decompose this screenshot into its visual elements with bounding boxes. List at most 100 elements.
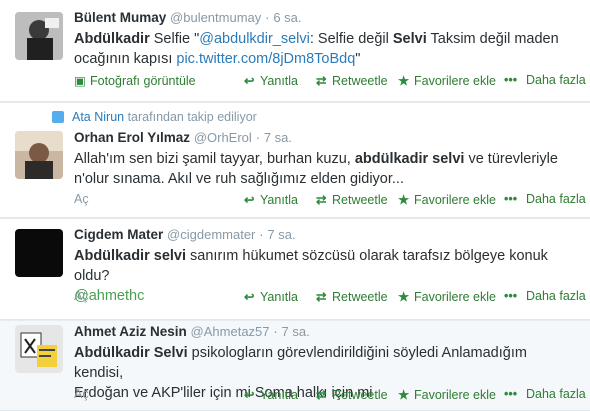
reply-button[interactable]: ↩ Yanıtla (244, 387, 298, 402)
more-button[interactable]: ••• Daha fazla (504, 289, 586, 303)
user-icon (52, 111, 64, 123)
more-dots-icon: ••• (504, 387, 518, 401)
tweet-actions: Aç ↩ Yanıtla ⇄ Retweetle ★ Favorilere ekle … (74, 387, 586, 405)
tweet-header: Ahmet Aziz Nesin @Ahmetaz57 · 7 sa. (74, 324, 310, 339)
tweet-actions: Aç ↩ Yanıtla ⇄ Retweetle ★ Favorilere ekle … (74, 192, 586, 210)
tweet-text: Allah'ım sen bizi şamil tayyar, burhan k… (74, 149, 574, 189)
tweet[interactable]: Cigdem Mater @cigdemmater · 7 sa. Abdülk… (0, 219, 590, 320)
retweet-button[interactable]: ⇄ Retweetle (316, 192, 388, 207)
tweet-text-part: n'olur sınama. Akıl ve ruh sağlığımız el… (74, 171, 404, 187)
star-icon: ★ (398, 74, 410, 88)
tweet-text-part: : Selfie değil (309, 31, 393, 47)
expand-link[interactable]: Aç (74, 289, 89, 303)
star-icon: ★ (398, 388, 410, 402)
reply-label: Yanıtla (260, 290, 298, 304)
retweet-icon: ⇄ (316, 74, 327, 88)
more-label: Daha fazla (526, 387, 586, 401)
reply-icon: ↩ (244, 193, 255, 207)
more-label: Daha fazla (526, 192, 586, 206)
reply-icon: ↩ (244, 388, 255, 402)
highlight-term: Abdülkadir Selvi (74, 345, 188, 361)
highlight-term: Selvi (392, 31, 427, 47)
reply-icon: ↩ (244, 74, 255, 88)
highlight-term: Abdülkadir (74, 31, 150, 47)
mention-link[interactable]: @abdulkdir_selvi (199, 31, 310, 47)
reply-label: Yanıtla (260, 74, 298, 88)
view-photo-label: Fotoğrafı görüntüle (90, 74, 196, 88)
favorite-button[interactable]: ★ Favorilere ekle (398, 387, 496, 402)
retweet-icon: ⇄ (316, 193, 327, 207)
timestamp[interactable]: 6 sa. (273, 10, 301, 25)
tweet[interactable]: Bülent Mumay @bulentmumay · 6 sa. Abdülk… (0, 0, 590, 102)
more-label: Daha fazla (526, 289, 586, 303)
fullname[interactable]: Ahmet Aziz Nesin (74, 324, 187, 339)
retweet-label: Retweetle (332, 290, 388, 304)
retweet-button[interactable]: ⇄ Retweetle (316, 289, 388, 304)
context-user-link[interactable]: Ata Nirun (72, 110, 124, 124)
more-dots-icon: ••• (504, 192, 518, 206)
tweet-actions: Aç ↩ Yanıtla ⇄ Retweetle ★ Favorilere ekle … (74, 289, 586, 307)
tweet-text-part: ve türevleriyle (464, 151, 558, 167)
retweet-label: Retweetle (332, 388, 388, 402)
username[interactable]: @cigdemmater (167, 227, 255, 242)
fullname[interactable]: Cigdem Mater (74, 227, 163, 242)
avatar[interactable] (15, 325, 63, 373)
timestamp[interactable]: 7 sa. (267, 227, 295, 242)
more-button[interactable]: ••• Daha fazla (504, 192, 586, 206)
reply-label: Yanıtla (260, 388, 298, 402)
tweet-header: Cigdem Mater @cigdemmater · 7 sa. (74, 227, 296, 242)
avatar[interactable] (15, 12, 63, 60)
reply-button[interactable]: ↩ Yanıtla (244, 289, 298, 304)
retweet-label: Retweetle (332, 193, 388, 207)
tweet-text-part: Allah'ım sen bizi şamil tayyar, burhan k… (74, 151, 355, 167)
username[interactable]: @Ahmetaz57 (191, 324, 270, 339)
timeline-feed: Bülent Mumay @bulentmumay · 6 sa. Abdülk… (0, 0, 590, 411)
retweet-icon: ⇄ (316, 388, 327, 402)
favorite-label: Favorilere ekle (414, 193, 496, 207)
timestamp[interactable]: 7 sa. (282, 324, 310, 339)
more-dots-icon: ••• (504, 289, 518, 303)
fullname[interactable]: Orhan Erol Yılmaz (74, 130, 190, 145)
context-text: tarafından takip ediliyor (124, 110, 257, 124)
tweet-text-part: ocağının kapısı (74, 51, 177, 67)
photo-url-link[interactable]: pic.twitter.com/8jDm8ToBdq (176, 51, 355, 67)
view-photo-link[interactable]: ▣ Fotoğrafı görüntüle (74, 73, 196, 88)
more-dots-icon: ••• (504, 73, 518, 87)
username[interactable]: @bulentmumay (170, 10, 261, 25)
expand-link[interactable]: Aç (74, 387, 89, 401)
follow-context: Ata Nirun tarafından takip ediliyor (72, 110, 257, 124)
more-button[interactable]: ••• Daha fazla (504, 73, 586, 87)
tweet-text-part: " (355, 51, 361, 67)
reply-label: Yanıtla (260, 193, 298, 207)
tweet-header: Orhan Erol Yılmaz @OrhErol · 7 sa. (74, 130, 293, 145)
tweet-header: Bülent Mumay @bulentmumay · 6 sa. (74, 10, 302, 25)
retweet-label: Retweetle (332, 74, 388, 88)
highlight-term: abdülkadir selvi (354, 151, 465, 167)
reply-icon: ↩ (244, 290, 255, 304)
expand-link[interactable]: Aç (74, 192, 89, 206)
favorite-label: Favorilere ekle (414, 388, 496, 402)
avatar[interactable] (15, 229, 63, 277)
star-icon: ★ (398, 290, 410, 304)
tweet-text: Abdülkadir Selfie "@abdulkdir_selvi: Sel… (74, 29, 574, 69)
reply-button[interactable]: ↩ Yanıtla (244, 192, 298, 207)
retweet-icon: ⇄ (316, 290, 327, 304)
retweet-button[interactable]: ⇄ Retweetle (316, 387, 388, 402)
username[interactable]: @OrhErol (194, 130, 252, 145)
timestamp[interactable]: 7 sa. (264, 130, 292, 145)
photo-icon: ▣ (74, 74, 86, 88)
more-button[interactable]: ••• Daha fazla (504, 387, 586, 401)
favorite-label: Favorilere ekle (414, 74, 496, 88)
favorite-button[interactable]: ★ Favorilere ekle (398, 289, 496, 304)
tweet[interactable]: Ahmet Aziz Nesin @Ahmetaz57 · 7 sa. Abdü… (0, 321, 590, 411)
highlight-term: Abdülkadir selvi (74, 248, 187, 264)
favorite-button[interactable]: ★ Favorilere ekle (398, 192, 496, 207)
retweet-button[interactable]: ⇄ Retweetle (316, 73, 388, 88)
tweet[interactable]: Ata Nirun tarafından takip ediliyor Orha… (0, 103, 590, 218)
tweet-text-part: Selfie " (149, 31, 200, 47)
reply-button[interactable]: ↩ Yanıtla (244, 73, 298, 88)
favorite-label: Favorilere ekle (414, 290, 496, 304)
fullname[interactable]: Bülent Mumay (74, 10, 166, 25)
avatar[interactable] (15, 131, 63, 179)
favorite-button[interactable]: ★ Favorilere ekle (398, 73, 496, 88)
